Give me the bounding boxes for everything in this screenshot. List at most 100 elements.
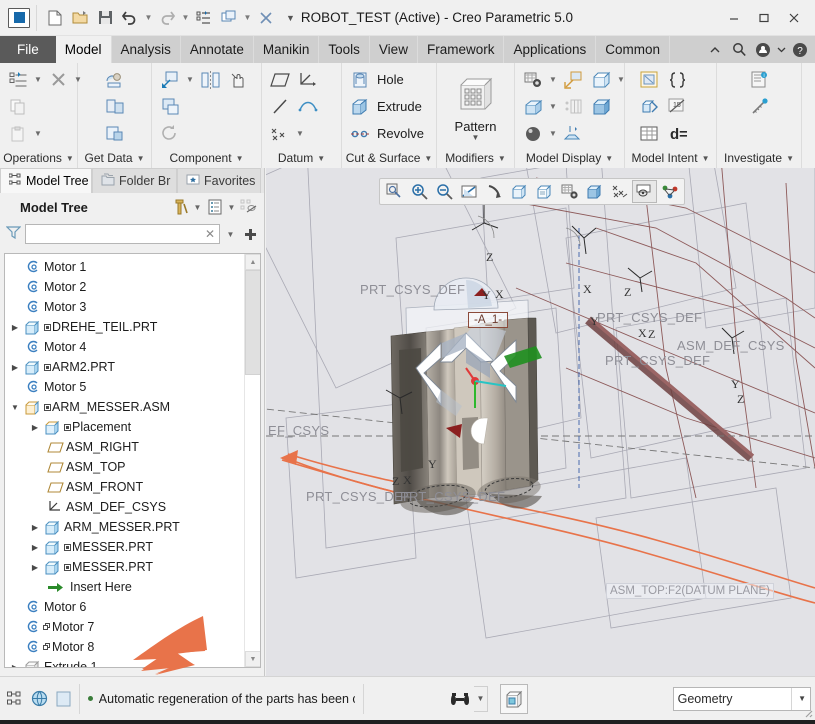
scrollbar-thumb[interactable] xyxy=(245,270,261,375)
datum-plane-tag[interactable]: ASM_TOP:F2(DATUM PLANE) xyxy=(606,583,774,599)
refit-magnifier-icon[interactable] xyxy=(382,180,407,203)
list-item[interactable]: Insert Here xyxy=(5,577,244,597)
binoculars-icon[interactable] xyxy=(446,686,474,712)
tab-file[interactable]: File xyxy=(0,36,56,63)
spin-center-icon[interactable] xyxy=(482,180,507,203)
expand-collapse-arrow-icon[interactable]: ▶ xyxy=(27,563,43,572)
plus-icon[interactable] xyxy=(241,223,260,245)
tab-model[interactable]: Model xyxy=(56,36,112,63)
datum-point-icon[interactable] xyxy=(266,121,294,146)
tab-annotate[interactable]: Annotate xyxy=(181,36,254,63)
filter-dropdown-icon[interactable]: ▼ xyxy=(224,223,237,245)
copy-geometry-icon[interactable] xyxy=(101,121,129,146)
ribbon-group-label-modifiers[interactable]: Modifiers▼ xyxy=(437,148,514,168)
datum-feature-tag[interactable]: -A_1- xyxy=(468,312,508,328)
ribbon-group-label-operations[interactable]: Operations▼ xyxy=(0,148,77,168)
search-input[interactable]: ✕ xyxy=(25,224,220,244)
delete-x-icon[interactable] xyxy=(44,67,72,92)
hole-command[interactable]: Hole xyxy=(346,66,430,93)
resize-grip-icon[interactable] xyxy=(801,706,813,718)
maximize-icon[interactable] xyxy=(749,5,779,31)
tools-dropdown-icon[interactable]: ▼ xyxy=(191,196,204,218)
list-settings-dropdown-icon[interactable]: ▼ xyxy=(225,196,238,218)
tab-folder-browser[interactable]: Folder Br xyxy=(92,168,177,193)
creo-logo-icon[interactable] xyxy=(8,8,30,28)
datum-plane-icon[interactable] xyxy=(266,67,294,92)
new-file-icon[interactable] xyxy=(43,6,67,30)
regenerate-component-icon[interactable] xyxy=(156,121,184,146)
pattern-dropdown-icon[interactable]: ▼ xyxy=(472,134,480,142)
extrude-command[interactable]: Extrude xyxy=(346,93,430,120)
tab-favorites[interactable]: Favorites xyxy=(177,168,261,193)
repaint-icon[interactable] xyxy=(457,180,482,203)
regenerate-icon[interactable] xyxy=(192,6,216,30)
selection-filter-select[interactable]: Geometry ▼ xyxy=(673,687,811,711)
close-x-icon[interactable] xyxy=(254,6,278,30)
tab-framework[interactable]: Framework xyxy=(418,36,505,63)
ribbon-group-label-datum[interactable]: Datum▼ xyxy=(262,148,341,168)
list-item[interactable]: Motor 5 xyxy=(5,377,244,397)
measure-icon[interactable] xyxy=(745,94,773,119)
ribbon-group-label-investigate[interactable]: Investigate▼ xyxy=(717,148,801,168)
section-dropdown-icon[interactable]: ▼ xyxy=(547,94,559,119)
expand-collapse-arrow-icon[interactable]: ▶ xyxy=(27,523,43,532)
dimension-equals-icon[interactable]: d= xyxy=(663,121,691,146)
shaded-model-icon[interactable] xyxy=(500,684,528,714)
hidden-items-icon[interactable] xyxy=(239,196,258,218)
saved-views-dropdown-icon[interactable]: ▼ xyxy=(547,67,559,92)
expand-collapse-arrow-icon[interactable]: ▶ xyxy=(27,423,43,432)
list-item[interactable]: ▶ MESSER.PRT xyxy=(5,557,244,577)
expand-collapse-arrow-icon[interactable]: ▶ xyxy=(27,543,43,552)
tree-scrollbar[interactable]: ▲ ▼ xyxy=(244,254,260,667)
list-item[interactable]: ASM_RIGHT xyxy=(5,437,244,457)
tab-tools[interactable]: Tools xyxy=(319,36,370,63)
search-icon[interactable] xyxy=(728,38,750,62)
expand-collapse-arrow-icon[interactable]: ▶ xyxy=(7,363,23,372)
import-data-icon[interactable] xyxy=(101,67,129,92)
list-item[interactable]: ▶ ARM2.PRT xyxy=(5,357,244,377)
window-dropdown-icon[interactable]: ▼ xyxy=(242,6,253,30)
assemble-dropdown-icon[interactable]: ▼ xyxy=(184,67,196,92)
shaded-cube-icon[interactable] xyxy=(587,67,615,92)
revolve-command[interactable]: Revolve xyxy=(346,120,430,147)
list-item[interactable]: Motor 2 xyxy=(5,277,244,297)
switch-dimensions-icon[interactable]: 15 xyxy=(663,94,691,119)
open-folder-icon[interactable] xyxy=(68,6,92,30)
panel-icon[interactable] xyxy=(53,684,75,714)
perspective-view-icon[interactable] xyxy=(559,121,587,146)
view-manager-cube-icon[interactable] xyxy=(582,180,607,203)
list-item[interactable]: ASM_FRONT xyxy=(5,477,244,497)
tab-applications[interactable]: Applications xyxy=(504,36,596,63)
set-direction-icon[interactable] xyxy=(635,94,663,119)
layer-list-icon[interactable] xyxy=(559,94,587,119)
list-item[interactable]: Motor 4 xyxy=(5,337,244,357)
model-tree-icon[interactable] xyxy=(4,684,26,714)
tools-hammer-icon[interactable] xyxy=(171,196,190,218)
tab-manikin[interactable]: Manikin xyxy=(254,36,320,63)
redo-arrow-icon[interactable] xyxy=(155,6,179,30)
datum-point-dropdown-icon[interactable]: ▼ xyxy=(294,121,306,146)
list-item[interactable]: ▼ ARM_MESSER.ASM xyxy=(5,397,244,417)
list-item[interactable]: ▶ Placement xyxy=(5,417,244,437)
appearance-dropdown-icon[interactable]: ▼ xyxy=(547,121,559,146)
window-switch-icon[interactable] xyxy=(217,6,241,30)
list-item[interactable]: Motor 1 xyxy=(5,257,244,277)
save-disk-icon[interactable] xyxy=(93,6,117,30)
account-icon[interactable] xyxy=(752,38,774,62)
model-report-icon[interactable]: i xyxy=(745,67,773,92)
datum-curve-icon[interactable] xyxy=(294,94,322,119)
clear-x-icon[interactable]: ✕ xyxy=(205,227,215,241)
zoom-out-icon[interactable] xyxy=(432,180,457,203)
expand-collapse-arrow-icon[interactable]: ▶ xyxy=(7,323,23,332)
operations-regen-dropdown-icon[interactable]: ▼ xyxy=(32,67,44,92)
close-window-icon[interactable] xyxy=(779,5,809,31)
tab-analysis[interactable]: Analysis xyxy=(112,36,181,63)
appearance-sphere-icon[interactable] xyxy=(519,121,547,146)
minimize-icon[interactable] xyxy=(719,5,749,31)
list-item[interactable]: Motor 3 xyxy=(5,297,244,317)
shaded-cube-icon[interactable] xyxy=(507,180,532,203)
relations-brackets-icon[interactable] xyxy=(663,67,691,92)
mirror-component-icon[interactable] xyxy=(196,67,224,92)
ribbon-group-label-model-intent[interactable]: Model Intent▼ xyxy=(625,148,716,168)
camera-view-icon[interactable] xyxy=(557,180,582,203)
